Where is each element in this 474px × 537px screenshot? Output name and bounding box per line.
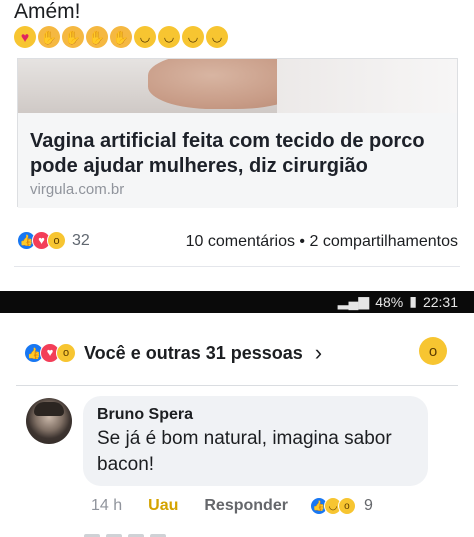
avatar[interactable] — [26, 398, 72, 444]
divider — [14, 266, 460, 267]
comment-text-line2: bacon! — [97, 454, 155, 475]
likes-summary-text: Você e outras 31 pessoas — [84, 342, 303, 363]
emoji-row: ♥ ✋ ✋ ✋ ✋ ◡ ◡ ◡ ◡ — [14, 26, 228, 48]
link-title-line1: Vagina artificial feita com tecido de po… — [30, 130, 425, 152]
wow-reaction-icon: o — [47, 231, 66, 250]
post-text: Amém! — [14, 0, 81, 23]
post-reaction-count: 32 — [72, 231, 90, 249]
clapping-hands-emoji-icon: ✋ — [110, 26, 132, 48]
link-preview-image — [18, 59, 457, 113]
comment-text: Se já é bom natural, imagina sabor bacon… — [97, 426, 414, 478]
comment-reaction-count: 9 — [363, 497, 373, 514]
comment-actions: 14 h Uau Responder 👍 ◡ o 9 — [91, 497, 373, 515]
comment-reactions[interactable]: 👍 ◡ o 9 — [309, 497, 373, 515]
laughing-emoji-icon: ◡ — [182, 26, 204, 48]
clapping-hands-emoji-icon: ✋ — [86, 26, 108, 48]
divider — [16, 385, 458, 386]
clapping-hands-emoji-icon: ✋ — [62, 26, 84, 48]
comment-text-line1: Se já é bom natural, imagina sabor — [97, 428, 392, 449]
reply-button[interactable]: Responder — [204, 497, 288, 515]
link-preview-info: Vagina artificial feita com tecido de po… — [18, 113, 457, 208]
link-title: Vagina artificial feita com tecido de po… — [30, 129, 445, 179]
link-preview-card[interactable]: Vagina artificial feita com tecido de po… — [17, 58, 458, 208]
signal-icon: ▂▄▆ — [337, 293, 370, 309]
status-icons: ▂▄▆ 48% ▮ 22:31 — [338, 293, 458, 310]
heart-eyes-emoji-icon: ♥ — [14, 26, 36, 48]
battery-icon: ▮ — [409, 293, 417, 309]
laughing-emoji-icon: ◡ — [134, 26, 156, 48]
comment-author[interactable]: Bruno Spera — [97, 406, 414, 424]
chevron-right-icon: › — [314, 340, 323, 365]
post-reaction-summary[interactable]: 👍 ♥ o 32 — [17, 231, 90, 250]
comment-timestamp: 14 h — [91, 497, 123, 514]
battery-percent: 48% — [375, 293, 404, 310]
link-domain: virgula.com.br — [30, 181, 125, 198]
post-stats[interactable]: 10 comentários • 2 compartilhamentos — [186, 233, 458, 251]
clapping-hands-emoji-icon: ✋ — [38, 26, 60, 48]
next-comment-peek — [84, 527, 264, 537]
link-title-line2: pode ajudar mulheres, diz cirurgião — [30, 155, 368, 177]
laughing-emoji-icon: ◡ — [158, 26, 180, 48]
wow-reaction-icon: o — [56, 343, 76, 363]
clock: 22:31 — [422, 293, 458, 310]
comment-bubble: Bruno Spera Se já é bom natural, imagina… — [83, 396, 428, 486]
likes-summary-row[interactable]: 👍 ♥ o Você e outras 31 pessoas › — [24, 340, 322, 366]
wow-reaction-button[interactable]: o — [419, 337, 447, 365]
laughing-emoji-icon: ◡ — [206, 26, 228, 48]
uau-reaction-button[interactable]: Uau — [148, 497, 178, 515]
wow-reaction-icon: o — [337, 497, 356, 515]
status-bar: ▂▄▆ 48% ▮ 22:31 — [0, 291, 474, 313]
